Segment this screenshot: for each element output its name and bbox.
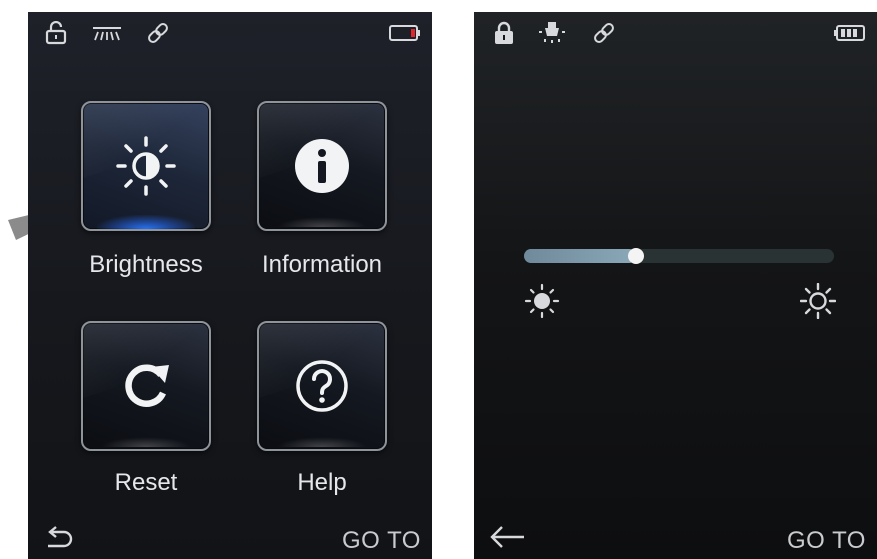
brightness-low-icon bbox=[524, 283, 560, 319]
link-icon bbox=[590, 20, 618, 46]
brightness-icon bbox=[83, 103, 209, 229]
reset-label: Reset bbox=[114, 469, 178, 496]
lock-open-icon bbox=[42, 20, 70, 46]
brightness-label: Brightness bbox=[89, 251, 203, 278]
information-label: Information bbox=[261, 251, 383, 278]
brightness-high-icon bbox=[799, 282, 837, 320]
light-beam-icon bbox=[90, 20, 124, 46]
battery-low-icon bbox=[388, 20, 422, 46]
battery-full-icon bbox=[832, 20, 866, 46]
brightness-tile[interactable] bbox=[81, 101, 211, 231]
arrow-left-icon[interactable] bbox=[488, 522, 528, 552]
main-menu-screen: Brightness Information Reset Help GO TO bbox=[28, 12, 432, 559]
help-icon bbox=[259, 323, 385, 449]
information-tile[interactable] bbox=[257, 101, 387, 231]
goto-button[interactable]: GO TO bbox=[342, 527, 421, 555]
slider-fill bbox=[524, 249, 636, 263]
brightness-slider[interactable] bbox=[524, 248, 834, 264]
info-icon bbox=[259, 103, 385, 229]
link-icon bbox=[144, 20, 172, 46]
back-icon[interactable] bbox=[42, 524, 76, 554]
brightness-screen: GO TO bbox=[474, 12, 877, 559]
help-label: Help bbox=[297, 469, 347, 496]
lock-closed-icon bbox=[490, 20, 518, 46]
reset-icon bbox=[83, 323, 209, 449]
reset-tile[interactable] bbox=[81, 321, 211, 451]
goto-button[interactable]: GO TO bbox=[787, 527, 866, 555]
help-tile[interactable] bbox=[257, 321, 387, 451]
slider-knob[interactable] bbox=[627, 248, 644, 264]
bulb-icon bbox=[536, 20, 568, 46]
